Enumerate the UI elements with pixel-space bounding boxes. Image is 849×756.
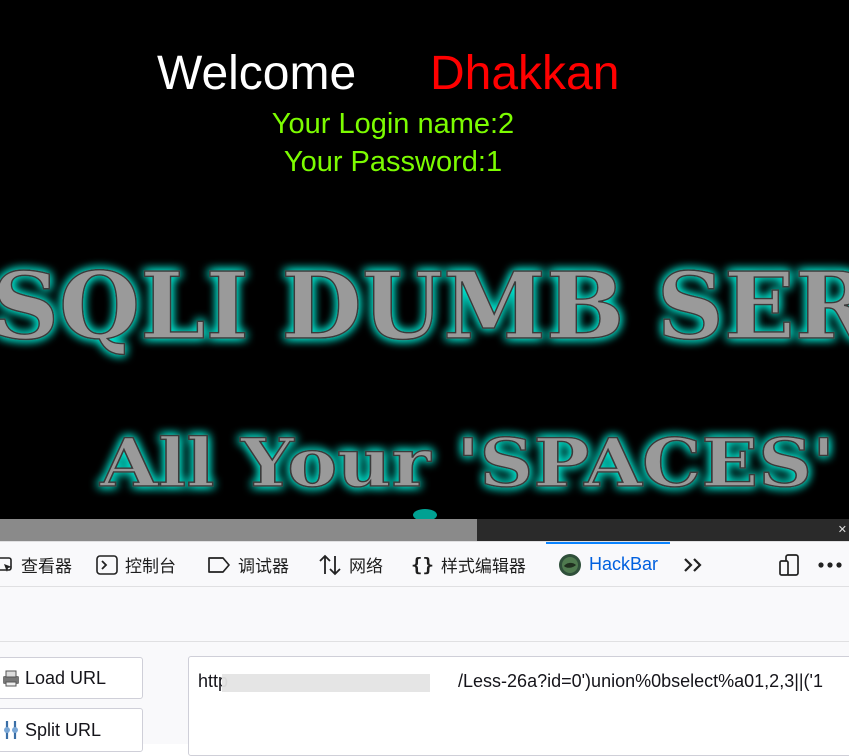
more-tools-button[interactable] bbox=[682, 542, 711, 587]
redacted-host-overlay bbox=[222, 674, 430, 692]
devtools-tab-bar: 查看器 控制台 调试器 网络 {} 样式编辑器 HackBar bbox=[0, 541, 849, 587]
split-url-button[interactable]: Split URL bbox=[0, 708, 143, 752]
hackbar-toolbar bbox=[0, 587, 849, 642]
inspector-icon bbox=[0, 556, 14, 574]
console-icon bbox=[96, 554, 118, 575]
more-menu-icon bbox=[817, 561, 843, 569]
devtools-menu-button[interactable] bbox=[817, 542, 849, 587]
tab-console[interactable]: 控制台 bbox=[96, 542, 176, 587]
banner-subtitle-text: All Your 'SPACES' bbox=[99, 424, 835, 502]
split-url-icon bbox=[1, 719, 21, 741]
scrollbar-thumb[interactable] bbox=[0, 519, 477, 541]
banner-image: SQLI DUMB SER All Your 'SPACES' bbox=[0, 251, 849, 519]
debugger-icon bbox=[207, 556, 231, 574]
style-editor-icon: {} bbox=[411, 553, 434, 576]
scroll-right-arrow-icon[interactable]: ✕ bbox=[838, 522, 847, 538]
tab-style-editor[interactable]: {} 样式编辑器 bbox=[411, 542, 526, 587]
load-url-button[interactable]: Load URL bbox=[0, 657, 143, 699]
tab-inspector[interactable]: 查看器 bbox=[0, 542, 72, 587]
hackbar-icon bbox=[558, 553, 582, 577]
horizontal-scrollbar[interactable]: ✕ bbox=[0, 519, 849, 541]
responsive-design-icon bbox=[778, 553, 802, 576]
url-textarea[interactable]: http/Less-26a?id=0')union%0bselect%a01,2… bbox=[188, 656, 849, 756]
tab-debugger[interactable]: 调试器 bbox=[207, 542, 289, 587]
split-url-label: Split URL bbox=[25, 719, 102, 740]
network-icon bbox=[318, 554, 342, 576]
chevron-double-right-icon bbox=[682, 556, 704, 574]
load-url-icon bbox=[1, 667, 21, 689]
tab-network[interactable]: 网络 bbox=[318, 542, 383, 587]
load-url-label: Load URL bbox=[25, 667, 107, 688]
banner-title-text: SQLI DUMB SER bbox=[0, 252, 849, 360]
web-page: Welcome Dhakkan Your Login name:2 Your P… bbox=[0, 0, 849, 519]
responsive-design-button[interactable] bbox=[778, 542, 809, 587]
tab-hackbar[interactable]: HackBar bbox=[546, 542, 671, 587]
